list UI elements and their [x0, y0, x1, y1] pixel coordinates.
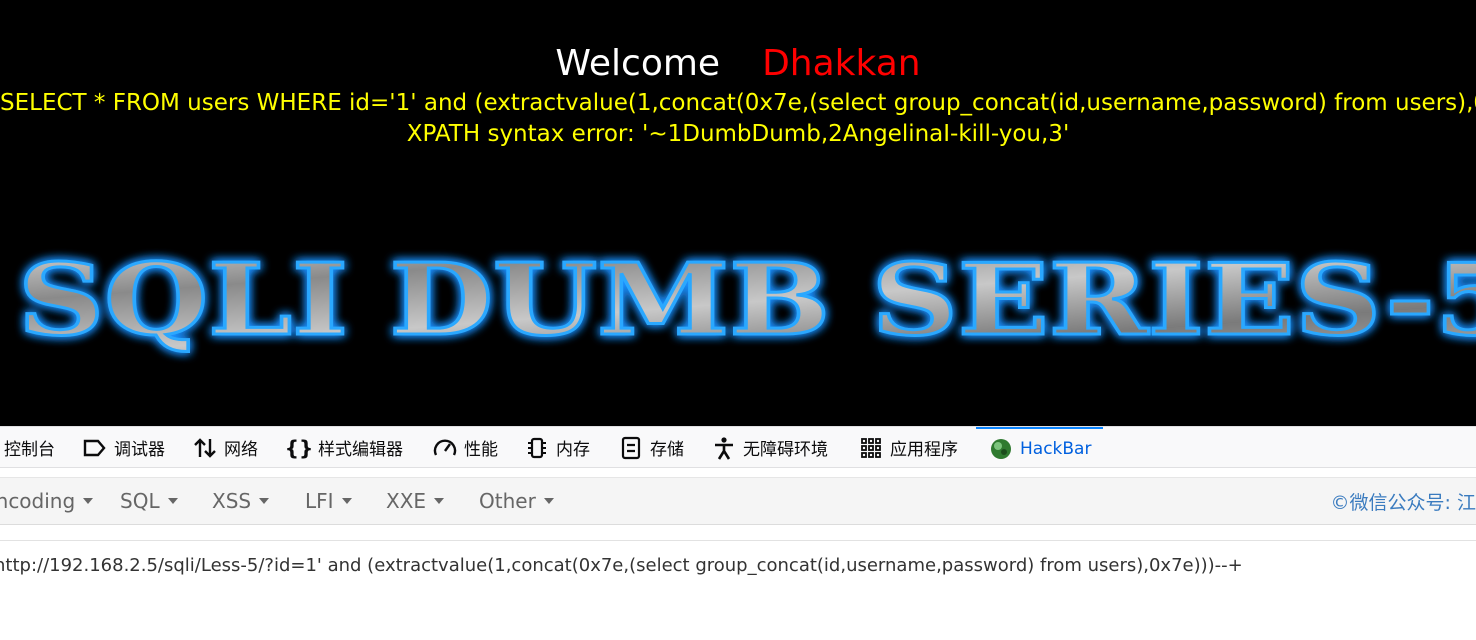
storage-icon: [618, 435, 644, 461]
xxe-menu[interactable]: XXE: [386, 478, 445, 524]
lfi-menu-label: LFI: [305, 489, 334, 513]
xpath-error-text: XPATH syntax error: '~1DumbDumb,2Angelin…: [406, 121, 1070, 147]
sql-menu[interactable]: SQL: [120, 478, 178, 524]
banner-title: SQLI DUMB SERIES-5: [18, 243, 1476, 358]
tab-storage-label: 存储: [650, 440, 684, 460]
encoding-menu-label: Encoding: [0, 489, 76, 513]
tab-debugger-label: 调试器: [114, 440, 165, 460]
tab-memory-label: 内存: [556, 440, 590, 460]
chevron-down-icon: [167, 498, 178, 504]
tab-style-editor-label: 样式编辑器: [318, 440, 403, 460]
encoding-menu[interactable]: Encoding: [0, 478, 94, 524]
tab-memory[interactable]: 内存: [524, 427, 590, 468]
sql-query-text: SELECT * FROM users WHERE id='1' and (ex…: [0, 90, 1476, 116]
xss-menu-label: XSS: [212, 489, 252, 513]
chevron-down-icon: [259, 498, 270, 504]
tab-accessibility-label: 无障碍环境: [743, 440, 828, 460]
tab-performance-label: 性能: [464, 440, 498, 460]
lfi-menu[interactable]: LFI: [305, 478, 352, 524]
hackbar-toolbar: Encoding SQL XSS LFI XXE Other ©微信公众号: 江: [0, 477, 1476, 525]
tab-network[interactable]: 网络: [192, 427, 258, 468]
welcome-name: Dhakkan: [762, 43, 921, 84]
url-field[interactable]: http://192.168.2.5/sqli/Less-5/?id=1' an…: [0, 551, 1474, 581]
tab-storage[interactable]: 存储: [618, 427, 684, 468]
tab-debugger[interactable]: 调试器: [82, 427, 165, 468]
chevron-down-icon: [83, 498, 94, 504]
webpage-content: Welcome Dhakkan SELECT * FROM users WHERE…: [0, 0, 1476, 426]
devtools-tab-bar: 控制台 调试器 网络 {} 样式编辑器 性能 内存 存储 无障碍环境 应用程序 …: [0, 426, 1476, 468]
other-menu-label: Other: [479, 489, 536, 513]
xss-menu[interactable]: XSS: [212, 478, 270, 524]
other-menu[interactable]: Other: [479, 478, 554, 524]
network-icon: [192, 435, 218, 461]
tab-application[interactable]: 应用程序: [858, 427, 958, 468]
chevron-down-icon: [341, 498, 352, 504]
hackbar-url-area: http://192.168.2.5/sqli/Less-5/?id=1' an…: [0, 540, 1476, 640]
tab-console-label: 控制台: [4, 440, 55, 460]
chevron-down-icon: [543, 498, 554, 504]
welcome-line: Welcome Dhakkan: [0, 42, 1476, 86]
debugger-icon: [82, 435, 108, 461]
welcome-word: Welcome: [555, 43, 721, 84]
accessibility-icon: [711, 435, 737, 461]
sqli-banner: SQLI DUMB SERIES-5: [17, 242, 1476, 360]
tab-hackbar[interactable]: HackBar: [976, 427, 1104, 468]
tab-accessibility[interactable]: 无障碍环境: [711, 427, 828, 468]
tab-hackbar-label: HackBar: [1020, 438, 1092, 459]
xxe-menu-label: XXE: [386, 489, 427, 513]
tab-performance[interactable]: 性能: [432, 427, 498, 468]
page: Welcome Dhakkan SELECT * FROM users WHERE…: [0, 0, 1476, 640]
sql-menu-label: SQL: [120, 489, 160, 513]
tab-application-label: 应用程序: [890, 440, 958, 460]
tab-console[interactable]: 控制台: [4, 427, 55, 468]
copyright-text: ©微信公众号: 江: [1330, 491, 1476, 514]
tab-network-label: 网络: [224, 440, 258, 460]
hackbar-icon: [988, 436, 1014, 462]
tab-style-editor[interactable]: {} 样式编辑器: [284, 427, 403, 468]
memory-icon: [524, 435, 550, 461]
chevron-down-icon: [434, 498, 445, 504]
performance-icon: [432, 435, 458, 461]
application-icon: [858, 435, 884, 461]
style-editor-icon: {}: [284, 435, 314, 460]
